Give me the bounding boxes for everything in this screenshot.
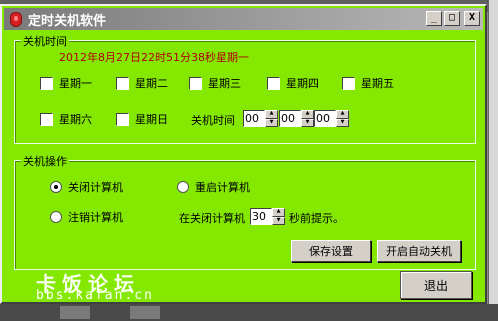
current-datetime: 2012年8月27日22时51分38秒星期一 xyxy=(59,51,249,64)
checkbox-label: 星期四 xyxy=(286,77,319,90)
shutdown-time-group: 关机时间 2012年8月27日22时51分38秒星期一 星期一 星期二 星期三 … xyxy=(14,33,476,144)
title-bar[interactable]: 定时关机软件 _ □ X xyxy=(4,8,483,30)
hour-spinner[interactable]: 00 ▲ ▼ xyxy=(243,110,278,127)
watermark-url: bbs.kafan.cn xyxy=(36,288,154,303)
checkbox-sunday[interactable]: 星期日 xyxy=(116,111,168,127)
app-window: 定时关机软件 _ □ X 关机时间 2012年8月27日22时51分38秒星期一… xyxy=(0,4,487,304)
exit-button[interactable]: 退出 xyxy=(400,271,472,299)
close-button[interactable]: X xyxy=(464,11,480,26)
radio-icon[interactable] xyxy=(177,181,189,193)
start-auto-shutdown-button[interactable]: 开启自动关机 xyxy=(377,240,461,262)
checkbox-monday[interactable]: 星期一 xyxy=(40,75,92,91)
radio-label: 关闭计算机 xyxy=(68,181,123,194)
maximize-button[interactable]: □ xyxy=(444,11,460,26)
radio-restart[interactable]: 重启计算机 xyxy=(177,179,250,195)
second-value[interactable]: 00 xyxy=(314,110,336,127)
prompt-suffix: 秒前提示。 xyxy=(289,212,344,225)
spin-up-icon[interactable]: ▲ xyxy=(301,110,314,119)
taskbar-strip xyxy=(0,304,498,321)
save-settings-button[interactable]: 保存设置 xyxy=(291,240,371,262)
checkbox-box[interactable] xyxy=(189,76,202,90)
radio-icon[interactable] xyxy=(50,211,62,223)
checkbox-box[interactable] xyxy=(267,76,280,90)
prompt-prefix: 在关闭计算机 xyxy=(179,212,245,225)
spin-down-icon[interactable]: ▼ xyxy=(265,118,278,127)
forum-watermark: 卡饭论坛 bbs.kafan.cn xyxy=(36,268,152,303)
checkbox-label: 星期一 xyxy=(59,77,92,90)
checkbox-label: 星期日 xyxy=(135,113,168,126)
radio-label: 重启计算机 xyxy=(195,181,250,194)
prompt-seconds-spinner[interactable]: 30 ▲ ▼ xyxy=(250,208,285,225)
app-icon xyxy=(10,11,22,27)
taskbar-item xyxy=(60,306,90,319)
minimize-button[interactable]: _ xyxy=(426,11,442,26)
desktop-edge xyxy=(488,0,498,321)
radio-label: 注销计算机 xyxy=(68,211,123,224)
prompt-seconds-value[interactable]: 30 xyxy=(250,208,272,225)
checkbox-label: 星期二 xyxy=(135,77,168,90)
spin-up-icon[interactable]: ▲ xyxy=(265,110,278,119)
checkbox-tuesday[interactable]: 星期二 xyxy=(116,75,168,91)
spin-up-icon[interactable]: ▲ xyxy=(336,110,349,119)
minute-value[interactable]: 00 xyxy=(279,110,301,127)
checkbox-friday[interactable]: 星期五 xyxy=(342,75,394,91)
checkbox-box[interactable] xyxy=(116,112,129,126)
checkbox-thursday[interactable]: 星期四 xyxy=(267,75,319,91)
radio-logoff[interactable]: 注销计算机 xyxy=(50,209,123,225)
checkbox-box[interactable] xyxy=(116,76,129,90)
minute-spinner[interactable]: 00 ▲ ▼ xyxy=(279,110,314,127)
taskbar-item xyxy=(130,306,160,319)
checkbox-saturday[interactable]: 星期六 xyxy=(40,111,92,127)
second-spinner[interactable]: 00 ▲ ▼ xyxy=(314,110,349,127)
spin-down-icon[interactable]: ▼ xyxy=(336,118,349,127)
radio-shutdown[interactable]: 关闭计算机 xyxy=(50,179,123,195)
checkbox-wednesday[interactable]: 星期三 xyxy=(189,75,241,91)
hour-value[interactable]: 00 xyxy=(243,110,265,127)
shutdown-time-legend: 关机时间 xyxy=(21,33,69,49)
spin-down-icon[interactable]: ▼ xyxy=(301,118,314,127)
checkbox-box[interactable] xyxy=(342,76,355,90)
shutdown-time-label: 关机时间 xyxy=(191,114,235,127)
shutdown-action-group: 关机操作 关闭计算机 重启计算机 注销计算机 在关闭计算机 30 ▲ ▼ 秒前提示… xyxy=(14,153,476,270)
checkbox-label: 星期六 xyxy=(59,113,92,126)
window-title: 定时关机软件 xyxy=(28,13,107,29)
checkbox-label: 星期三 xyxy=(208,77,241,90)
checkbox-box[interactable] xyxy=(40,112,53,126)
checkbox-label: 星期五 xyxy=(361,77,394,90)
spin-up-icon[interactable]: ▲ xyxy=(272,208,285,217)
spin-down-icon[interactable]: ▼ xyxy=(272,216,285,225)
radio-selected-icon[interactable] xyxy=(50,181,62,193)
shutdown-action-legend: 关机操作 xyxy=(21,153,69,169)
checkbox-box[interactable] xyxy=(40,76,53,90)
